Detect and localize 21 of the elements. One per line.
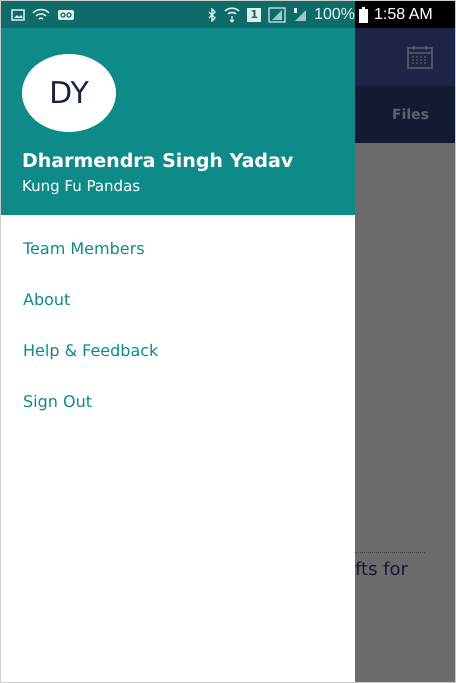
wifi-icon <box>224 6 240 22</box>
team-name: Kung Fu Pandas <box>22 177 142 195</box>
signal-icon <box>268 6 286 22</box>
sim-card-icon: 1 <box>247 8 262 22</box>
tab[interactable]: Files <box>392 106 429 122</box>
voicemail-icon <box>57 8 75 20</box>
user-name: Dharmendra Singh Yadav <box>22 150 294 172</box>
menu-item[interactable]: Team Members <box>1 236 355 287</box>
calendar-icon[interactable] <box>407 45 433 69</box>
battery-level: 100% <box>314 6 355 24</box>
signal-icon <box>293 6 308 22</box>
menu-item[interactable]: About <box>1 287 355 338</box>
menu-item[interactable]: Help & Feedback <box>1 338 355 389</box>
clock-time: 1:58 AM <box>374 6 433 24</box>
avatar: DY <box>22 54 116 132</box>
bluetooth-icon <box>207 8 218 22</box>
wifi-icon <box>32 8 50 22</box>
menu-item[interactable]: Sign Out <box>1 389 355 440</box>
content-text: fts for <box>355 559 409 580</box>
image-icon <box>11 8 25 20</box>
battery-icon <box>359 6 368 22</box>
